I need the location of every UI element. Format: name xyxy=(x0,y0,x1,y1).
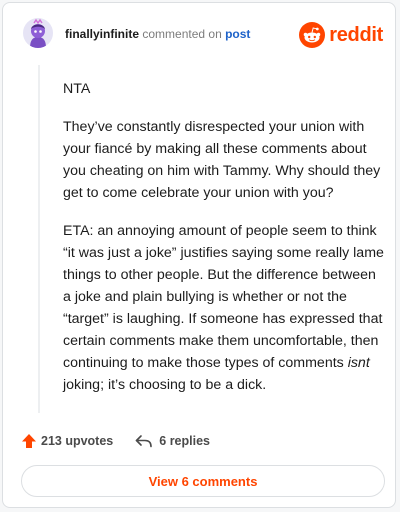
reply-arrow-icon xyxy=(135,435,153,448)
replies-count: 6 replies xyxy=(159,434,210,448)
comment-header: finallyinfinite commented on post reddit xyxy=(3,3,397,67)
comment-paragraph: They’ve constantly disrespected your uni… xyxy=(63,119,381,201)
comment-paragraph-eta: ETA: an annoying amount of people seem t… xyxy=(63,220,385,396)
view-comments-button[interactable]: View 6 comments xyxy=(21,465,385,497)
thread-line[interactable] xyxy=(38,65,40,413)
brand-wordmark: reddit xyxy=(329,23,383,46)
comment-body: NTA They’ve constantly disrespected your… xyxy=(63,78,385,412)
eta-text-before: ETA: an annoying amount of people seem t… xyxy=(63,223,384,371)
comment-card: finallyinfinite commented on post reddit… xyxy=(2,2,396,508)
user-avatar[interactable] xyxy=(23,18,53,48)
post-link[interactable]: post xyxy=(225,27,250,41)
upvote-group[interactable]: 213 upvotes xyxy=(21,433,113,449)
eta-text-after: joking; it’s choosing to be a dick. xyxy=(63,377,267,393)
replies-group[interactable]: 6 replies xyxy=(135,434,210,448)
upvote-arrow-icon[interactable] xyxy=(21,433,37,449)
reddit-logo[interactable]: reddit xyxy=(299,22,383,48)
comment-paragraph: NTA xyxy=(63,81,91,97)
upvote-count: 213 upvotes xyxy=(41,434,114,448)
eta-emphasis: isnt xyxy=(347,355,370,371)
avatar-icon xyxy=(23,18,53,48)
reddit-snoo-icon xyxy=(299,22,326,48)
comment-footer: 213 upvotes 6 replies xyxy=(21,431,210,451)
username[interactable]: finallyinfinite xyxy=(65,27,139,41)
action-text: commented on xyxy=(142,27,222,41)
comment-meta: finallyinfinite commented on post xyxy=(65,27,250,41)
